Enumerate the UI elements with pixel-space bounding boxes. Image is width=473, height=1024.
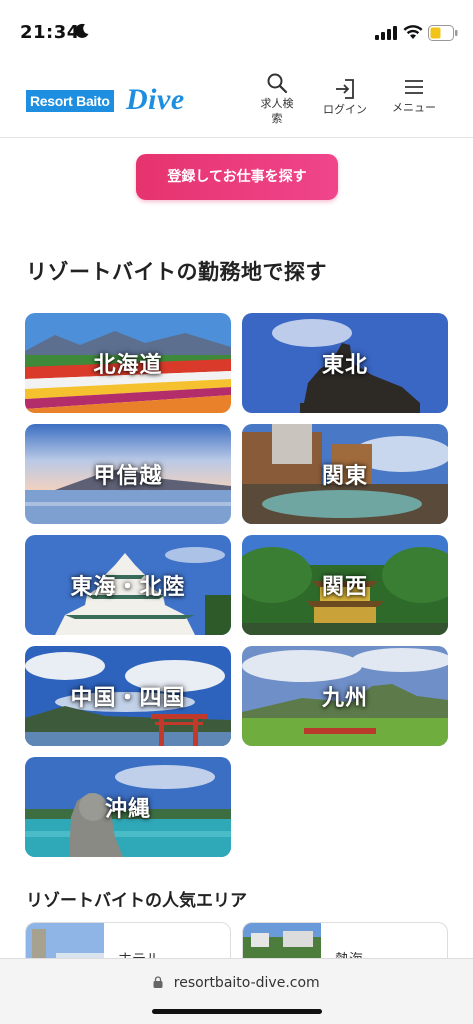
region-label-tohoku: 東北 [321, 353, 368, 378]
moon-icon [75, 23, 89, 38]
region-tile-chugoku-shikoku[interactable]: 中国・四国 [25, 646, 231, 746]
region-label-kanto: 関東 [321, 464, 368, 489]
status-time: 21:34 [20, 22, 80, 43]
region-tile-tokai-hokuriku[interactable]: 東海・北陸 [25, 535, 231, 635]
register-search-button[interactable]: 登録してお仕事を探す [136, 154, 338, 200]
site-header: Resort Baito Dive 求人検索 ログイン メニュー [0, 62, 473, 138]
url-text-wrapper: resortbaito-dive.com [0, 975, 473, 991]
region-tile-kyushu[interactable]: 九州 [242, 646, 448, 746]
region-tile-koshinetsu[interactable]: 甲信越 [25, 424, 231, 524]
status-bar: 21:34 [0, 0, 473, 62]
region-label-koshinetsu: 甲信越 [93, 464, 163, 489]
login-icon [336, 79, 354, 99]
wifi-icon [403, 25, 423, 39]
region-label-kansai: 関西 [321, 575, 368, 600]
logo-text: Resort Baito [26, 90, 114, 112]
region-label-chugoku-shikoku: 中国・四国 [70, 686, 186, 711]
nav-login-button[interactable]: ログイン [318, 72, 372, 117]
nav-search-label: 求人検索 [260, 97, 294, 125]
region-label-tokai-hokuriku: 東海・北陸 [70, 575, 186, 600]
region-tile-tohoku[interactable]: 東北 [242, 313, 448, 413]
logo-script: Dive [126, 83, 185, 116]
nav-menu-button[interactable]: メニュー [390, 72, 438, 115]
region-tile-okinawa[interactable]: 沖縄 [25, 757, 231, 857]
region-tile-hokkaido[interactable]: 北海道 [25, 313, 231, 413]
popular-area-title: リゾートバイトの人気エリア [26, 891, 247, 911]
region-label-hokkaido: 北海道 [93, 353, 163, 378]
region-tile-kanto[interactable]: 関東 [242, 424, 448, 524]
lock-icon [153, 976, 163, 988]
region-tile-kansai[interactable]: 関西 [242, 535, 448, 635]
battery-icon [428, 25, 458, 41]
url-text: resortbaito-dive.com [173, 975, 320, 991]
home-indicator [152, 1009, 322, 1014]
nav-search-button[interactable]: 求人検索 [256, 72, 298, 126]
browser-address-bar[interactable]: resortbaito-dive.com [0, 958, 473, 1024]
hamburger-menu-icon [405, 80, 423, 94]
nav-menu-label: メニュー [392, 101, 436, 114]
search-icon [267, 73, 288, 94]
region-label-kyushu: 九州 [321, 686, 368, 711]
nav-login-label: ログイン [323, 103, 367, 116]
region-label-okinawa: 沖縄 [104, 797, 151, 822]
region-section-title: リゾートバイトの勤務地で探す [26, 260, 327, 284]
cellular-signal-icon [375, 26, 397, 40]
site-logo[interactable]: Resort Baito Dive [26, 82, 196, 118]
